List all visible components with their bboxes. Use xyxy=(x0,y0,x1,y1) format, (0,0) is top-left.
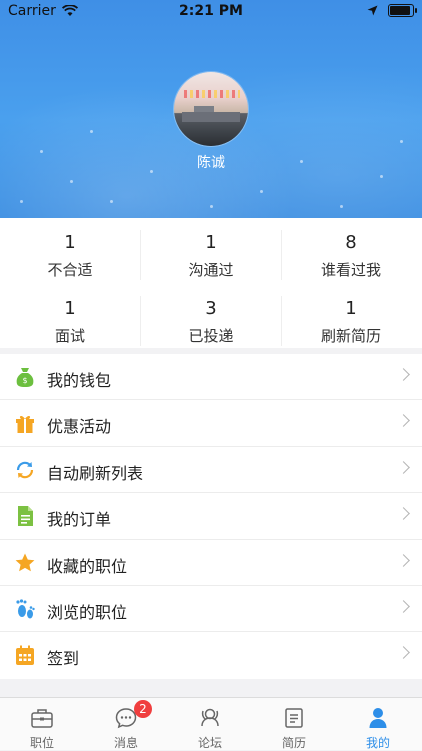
tab-label: 职位 xyxy=(29,736,54,750)
status-time: 2:21 PM xyxy=(179,3,243,19)
stat-label: 沟通过 xyxy=(188,261,234,279)
divider xyxy=(140,230,141,280)
forum-icon xyxy=(201,708,219,727)
stat-value: 1 xyxy=(64,298,76,319)
tab-label: 我的 xyxy=(365,736,390,750)
tab-jobs[interactable]: 职位 xyxy=(0,698,84,751)
menu-item-check-in[interactable]: 签到 xyxy=(0,632,422,678)
menu-list: $ 我的钱包 优惠活动 自动刷新列表 我的订单 收藏的职位 浏览的职位 签到 xyxy=(0,354,422,679)
menu-item-orders[interactable]: 我的订单 xyxy=(0,493,422,540)
tab-messages[interactable]: 2 消息 xyxy=(84,698,168,751)
status-bar: Carrier 2:21 PM xyxy=(0,0,422,22)
avatar[interactable] xyxy=(174,72,248,146)
briefcase-icon xyxy=(31,709,53,728)
stat-label: 已投递 xyxy=(188,327,234,345)
stat-label: 面试 xyxy=(54,327,85,345)
menu-item-label: 我的钱包 xyxy=(47,371,112,390)
footprints-icon xyxy=(16,599,35,619)
chevron-right-icon xyxy=(397,553,410,567)
stat-value: 3 xyxy=(205,298,217,319)
tab-resume[interactable]: 简历 xyxy=(252,698,336,751)
tab-label: 简历 xyxy=(281,736,306,750)
refresh-icon xyxy=(16,461,34,479)
person-icon xyxy=(369,708,387,728)
menu-item-label: 我的订单 xyxy=(47,510,112,530)
menu-item-wallet[interactable]: $ 我的钱包 xyxy=(0,354,422,401)
tab-label: 论坛 xyxy=(197,736,222,750)
menu-item-label: 自动刷新列表 xyxy=(47,463,144,483)
stat-applied[interactable]: 3 已投递 xyxy=(141,298,281,346)
stat-label: 刷新简历 xyxy=(320,327,381,345)
stat-who-viewed-me[interactable]: 8 谁看过我 xyxy=(281,232,421,280)
divider xyxy=(281,296,282,346)
chevron-right-icon xyxy=(397,368,410,381)
divider xyxy=(140,296,141,346)
tab-me[interactable]: 我的 xyxy=(336,698,420,751)
stat-value: 1 xyxy=(345,298,357,319)
chevron-right-icon xyxy=(397,507,410,521)
chevron-right-icon xyxy=(397,646,410,660)
menu-item-viewed-jobs[interactable]: 浏览的职位 xyxy=(0,586,422,633)
tab-forum[interactable]: 论坛 xyxy=(168,698,252,751)
star-icon xyxy=(15,553,35,571)
profile-header: Carrier 2:21 PM 陈诚 xyxy=(0,0,422,218)
stat-interview[interactable]: 1 面试 xyxy=(0,298,140,346)
menu-item-label: 浏览的职位 xyxy=(47,602,128,622)
menu-item-label: 优惠活动 xyxy=(47,417,112,437)
menu-item-promotions[interactable]: 优惠活动 xyxy=(0,400,422,447)
battery-icon xyxy=(388,4,417,17)
resume-icon xyxy=(285,708,303,728)
document-icon xyxy=(18,506,33,527)
stat-label: 谁看过我 xyxy=(320,261,381,279)
menu-item-auto-refresh[interactable]: 自动刷新列表 xyxy=(0,447,422,494)
location-arrow-icon xyxy=(367,5,378,16)
stat-label: 不合适 xyxy=(47,261,93,279)
user-name: 陈诚 xyxy=(197,155,225,171)
chevron-right-icon xyxy=(397,600,410,613)
stat-refresh-resume[interactable]: 1 刷新简历 xyxy=(281,298,421,346)
divider xyxy=(281,230,282,280)
tab-bar: 职位 2 消息 论坛 简历 我的 xyxy=(0,697,422,750)
gift-icon xyxy=(16,416,34,434)
unread-badge: 2 xyxy=(134,700,152,718)
stat-unsuitable[interactable]: 1 不合适 xyxy=(0,232,140,280)
status-right xyxy=(367,4,417,17)
stat-contacted[interactable]: 1 沟通过 xyxy=(141,232,281,280)
stat-value: 1 xyxy=(205,232,217,253)
menu-item-label: 签到 xyxy=(47,649,80,669)
stat-value: 1 xyxy=(64,232,76,253)
calendar-icon xyxy=(16,645,34,666)
money-bag-icon: $ xyxy=(16,368,34,387)
stat-value: 8 xyxy=(345,232,357,253)
menu-item-saved-jobs[interactable]: 收藏的职位 xyxy=(0,540,422,586)
chevron-right-icon xyxy=(397,460,410,474)
menu-item-label: 收藏的职位 xyxy=(47,556,128,576)
svg-text:$: $ xyxy=(22,376,27,385)
stats-panel: 1 不合适 1 沟通过 8 谁看过我 1 面试 3 已投递 1 刷新简历 xyxy=(0,218,422,348)
chevron-right-icon xyxy=(397,414,410,428)
tab-label: 消息 xyxy=(113,736,138,750)
